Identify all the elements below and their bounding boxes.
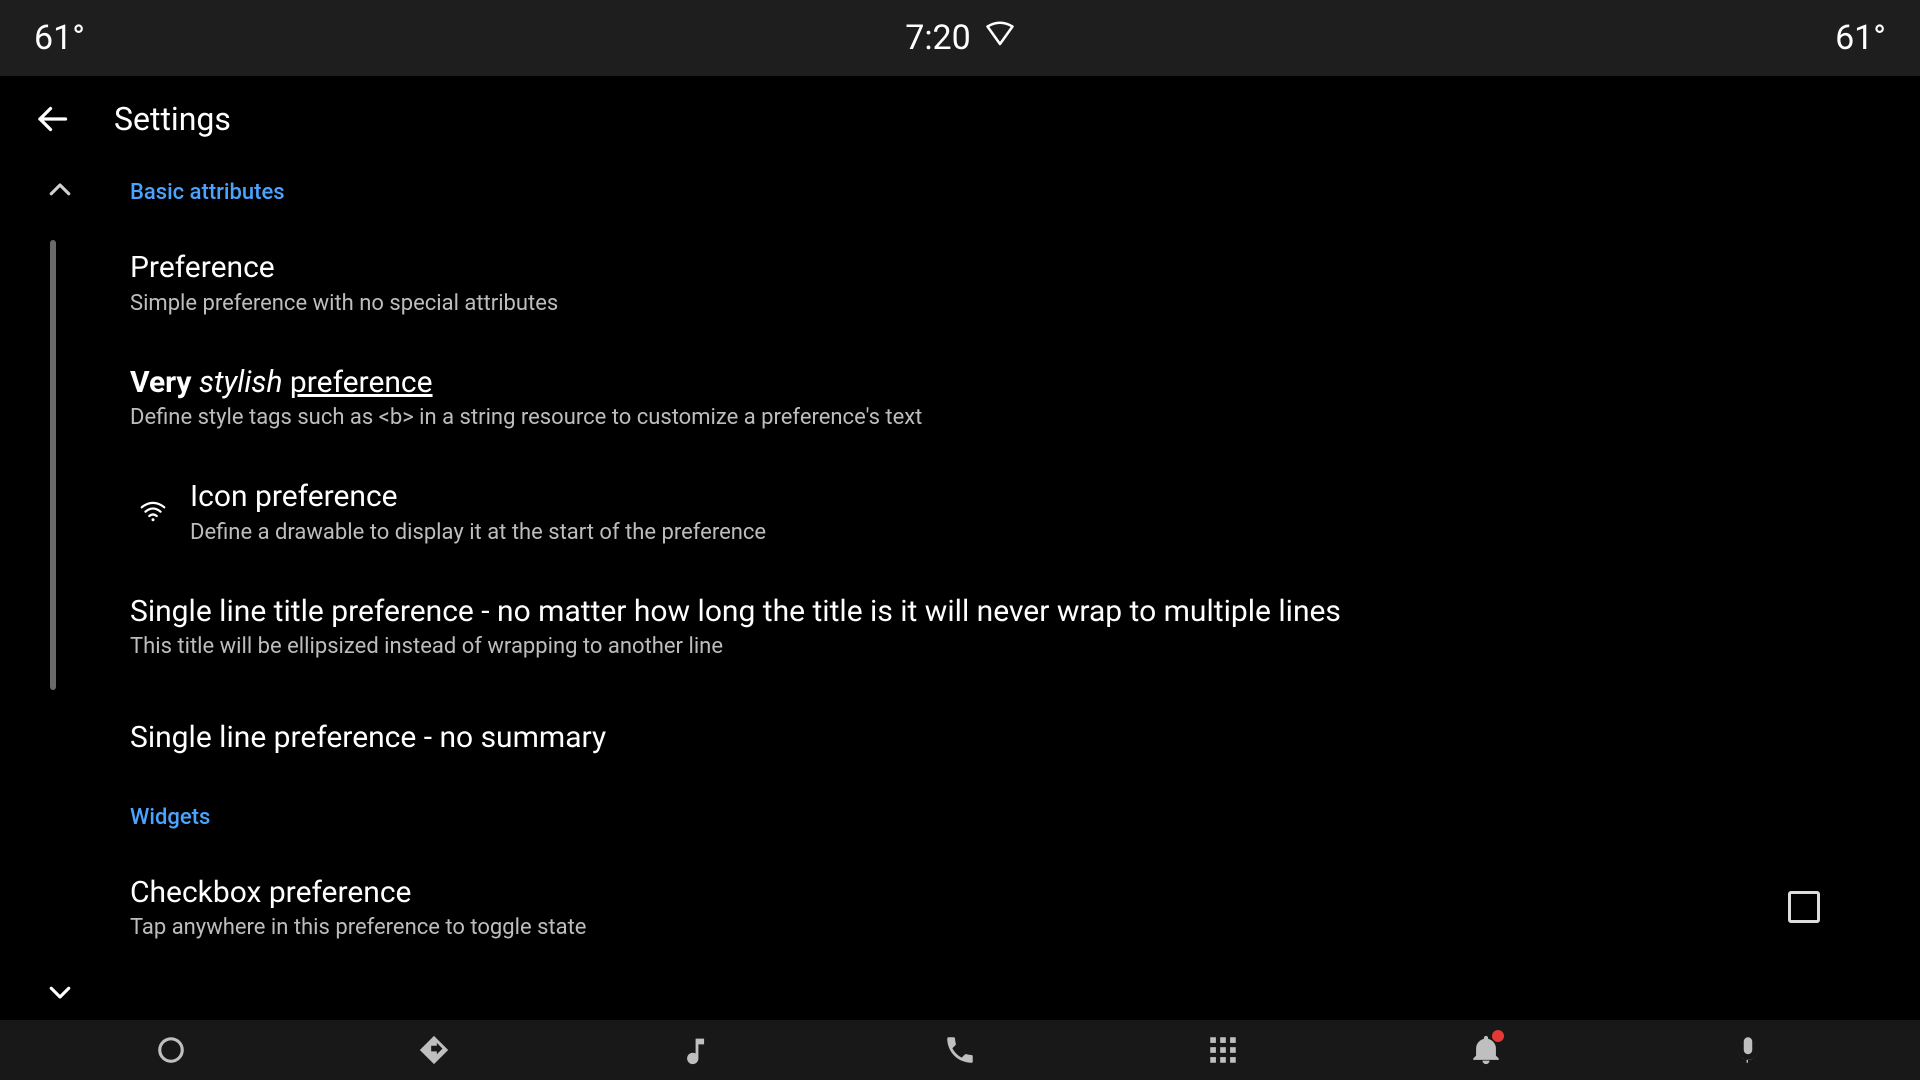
pref-icon[interactable]: Icon preference Define a drawable to dis… [130, 456, 1860, 571]
status-temp-right: 61° [1806, 18, 1886, 58]
pref-summary: Define a drawable to display it at the s… [190, 520, 1860, 545]
pref-summary: Simple preference with no special attrib… [130, 291, 1860, 316]
notification-dot [1492, 1030, 1504, 1042]
status-bar: 61° 7:20 61° [0, 0, 1920, 76]
microphone-icon [1731, 1033, 1765, 1067]
nav-music-button[interactable] [673, 1026, 721, 1074]
pref-summary: Define style tags such as <b> in a strin… [130, 405, 1860, 430]
scroll-up-button[interactable] [40, 170, 80, 210]
pref-title-part-bold: Very [130, 365, 192, 400]
pref-stylish[interactable]: Very stylish preference Define style tag… [130, 342, 1860, 457]
nav-voice-button[interactable] [1724, 1026, 1772, 1074]
nav-home-button[interactable] [147, 1026, 195, 1074]
app-bar: Settings [0, 76, 1920, 162]
pref-title: Preference [130, 249, 1860, 287]
arrow-left-icon [34, 101, 70, 137]
pref-no-summary[interactable]: Single line preference - no summary [130, 685, 1860, 777]
pref-title-part-underline: preference [290, 365, 433, 400]
status-time: 7:20 [905, 18, 971, 58]
pref-title-part-italic: stylish [199, 365, 283, 400]
pref-title: Single line preference - no summary [130, 719, 1810, 757]
chevron-up-icon [45, 175, 75, 205]
pref-simple[interactable]: Preference Simple preference with no spe… [130, 227, 1860, 342]
nav-apps-button[interactable] [1199, 1026, 1247, 1074]
checkbox[interactable] [1788, 891, 1820, 923]
apps-grid-icon [1206, 1033, 1240, 1067]
pref-title: Single line title preference - no matter… [130, 593, 1810, 631]
category-widgets: Widgets [130, 777, 1860, 852]
pref-title: Very stylish preference [130, 364, 1860, 402]
nav-directions-button[interactable] [410, 1026, 458, 1074]
pref-title: Icon preference [190, 478, 1860, 516]
wifi-icon [985, 18, 1015, 58]
pref-single-line-title[interactable]: Single line title preference - no matter… [130, 571, 1860, 686]
nav-notifications-button[interactable] [1462, 1026, 1510, 1074]
category-basic-attributes: Basic attributes [130, 162, 1860, 227]
pref-summary: Tap anywhere in this preference to toggl… [130, 915, 1788, 940]
nav-phone-button[interactable] [936, 1026, 984, 1074]
scrollbar[interactable] [50, 240, 56, 690]
circle-icon [156, 1035, 186, 1065]
bottom-nav [0, 1020, 1920, 1080]
pref-checkbox[interactable]: Checkbox preference Tap anywhere in this… [130, 852, 1860, 967]
pref-title: Checkbox preference [130, 874, 1788, 912]
phone-icon [943, 1033, 977, 1067]
music-note-icon [680, 1033, 714, 1067]
scroll-down-button[interactable] [40, 972, 80, 1012]
pref-summary: This title will be ellipsized instead of… [130, 634, 1860, 659]
wifi-icon [130, 496, 176, 526]
page-title: Settings [114, 100, 231, 138]
status-temp-left: 61° [34, 18, 114, 58]
settings-list: Basic attributes Preference Simple prefe… [0, 162, 1920, 1020]
chevron-down-icon [45, 977, 75, 1007]
back-button[interactable] [28, 95, 76, 143]
directions-icon [417, 1033, 451, 1067]
